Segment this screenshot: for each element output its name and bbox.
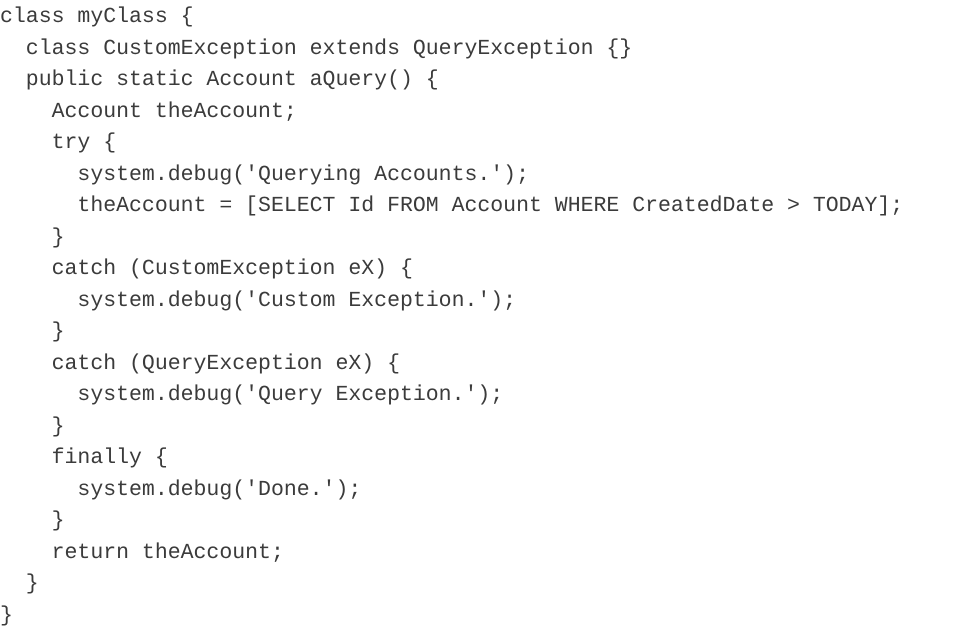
code-line: system.debug('Querying Accounts.'); [0, 160, 974, 192]
code-line: public static Account aQuery() { [0, 65, 974, 97]
code-line: } [0, 569, 974, 601]
code-line: } [0, 223, 974, 255]
code-line: } [0, 506, 974, 538]
code-line: system.debug('Query Exception.'); [0, 380, 974, 412]
code-line: Account theAccount; [0, 97, 974, 129]
code-line: return theAccount; [0, 538, 974, 570]
code-line: class myClass { [0, 2, 974, 34]
code-line: } [0, 317, 974, 349]
code-line: class CustomException extends QueryExcep… [0, 34, 974, 66]
code-line: catch (QueryException eX) { [0, 349, 974, 381]
code-line: catch (CustomException eX) { [0, 254, 974, 286]
code-line: theAccount = [SELECT Id FROM Account WHE… [0, 191, 974, 223]
code-listing: class myClass { class CustomException ex… [0, 0, 974, 618]
code-line: try { [0, 128, 974, 160]
code-line: } [0, 601, 974, 632]
code-line: finally { [0, 443, 974, 475]
code-line: system.debug('Custom Exception.'); [0, 286, 974, 318]
code-line: system.debug('Done.'); [0, 475, 974, 507]
code-line: } [0, 412, 974, 444]
